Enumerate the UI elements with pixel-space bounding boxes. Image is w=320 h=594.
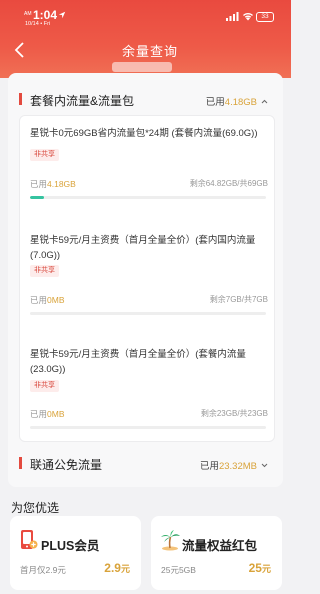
title-blur-overlay — [112, 62, 172, 72]
rec-card-price: 2.9元 — [104, 561, 130, 575]
package-list-card: 星锐卡0元69GB省内流量包*24期 (套餐内流量(69.0G)) 非共享 已用… — [19, 115, 275, 442]
plus-member-card[interactable]: PLUS会员 首月仅2.9元 2.9元 — [10, 516, 141, 590]
package-section-title: 套餐内流量&流量包 — [30, 94, 135, 108]
status-time: 1:04 — [33, 8, 58, 22]
used-amount: 0MB — [47, 295, 65, 305]
free-section-used: 已用23.32MB — [200, 458, 268, 472]
package-used-amount: 4.18GB — [224, 97, 257, 108]
section-marker — [19, 457, 22, 469]
page-title: 余量查询 — [121, 44, 178, 59]
package-item-remain: 剩余23GB/共23GB — [200, 409, 268, 418]
phone-plus-icon — [21, 530, 38, 549]
package-item-name: 星锐卡59元/月主资费（首月全量全价）(套内国内流量(7.0G)) — [30, 235, 256, 261]
recommend-title: 为您优选 — [11, 501, 60, 515]
free-used-amount: 23.32MB — [218, 461, 257, 472]
package-item: 星锐卡0元69GB省内流量包*24期 (套餐内流量(69.0G)) 非共享 已用… — [20, 116, 276, 211]
rec-card-name: PLUS会员 — [41, 539, 100, 553]
status-date: 10/14 • Fri — [25, 21, 51, 27]
package-item-name: 星锐卡0元69GB省内流量包*24期 (套餐内流量(69.0G)) — [30, 128, 258, 139]
signal-icon — [226, 12, 239, 21]
package-section-header[interactable]: 套餐内流量&流量包 已用4.18GB — [8, 89, 283, 111]
rec-card-sub: 25元5GB — [161, 565, 196, 575]
package-item-remain: 剩余64.82GB/共69GB — [189, 179, 268, 188]
progress-fill — [30, 196, 45, 199]
wifi-icon — [243, 13, 253, 21]
location-arrow-icon — [58, 11, 66, 19]
free-section-title: 联通公免流量 — [30, 458, 103, 472]
package-item-used: 已用0MB — [30, 408, 65, 420]
non-shared-tag: 非共享 — [30, 265, 59, 277]
price-unit: 元 — [120, 564, 130, 574]
status-ampm: AM — [24, 11, 32, 17]
used-label: 已用 — [30, 409, 48, 419]
rec-card-price: 25元 — [249, 561, 271, 575]
used-amount: 4.18GB — [47, 179, 76, 189]
progress-track — [30, 312, 266, 315]
rec-card-sub: 首月仅2.9元 — [20, 565, 66, 575]
non-shared-tag: 非共享 — [30, 380, 59, 392]
rec-card-name: 流量权益红包 — [182, 539, 258, 553]
non-shared-tag: 非共享 — [30, 149, 59, 161]
section-marker — [19, 93, 22, 105]
package-section-used: 已用4.18GB — [206, 94, 268, 108]
free-traffic-section-header[interactable]: 联通公免流量 已用23.32MB — [8, 453, 283, 475]
back-arrow-icon[interactable] — [11, 41, 29, 59]
palm-tree-icon — [161, 530, 180, 551]
used-label: 已用 — [30, 179, 48, 189]
progress-track — [30, 426, 266, 429]
used-amount: 0MB — [47, 409, 65, 419]
package-item: 星锐卡59元/月主资费（首月全量全价）(套内国内流量(7.0G)) 非共享 已用… — [20, 226, 276, 326]
battery-icon: 33 — [256, 12, 274, 22]
chevron-down-icon[interactable] — [261, 463, 268, 468]
package-used-label: 已用 — [205, 97, 225, 108]
chevron-up-icon[interactable] — [261, 99, 268, 104]
package-item: 星锐卡59元/月主资费（首月全量全价）(套餐内流量(23.0G)) 非共享 已用… — [20, 340, 276, 440]
progress-track — [30, 196, 266, 199]
used-label: 已用 — [30, 295, 48, 305]
price-value: 25 — [248, 561, 262, 575]
free-used-label: 已用 — [199, 461, 219, 472]
package-item-used: 已用0MB — [30, 294, 65, 306]
traffic-redpacket-card[interactable]: 流量权益红包 25元5GB 25元 — [151, 516, 282, 590]
package-item-used: 已用4.18GB — [30, 178, 76, 190]
package-item-name: 星锐卡59元/月主资费（首月全量全价）(套餐内流量(23.0G)) — [30, 349, 246, 375]
status-bar: AM 1:04 10/14 • Fri 33 — [0, 0, 291, 28]
app-header: AM 1:04 10/14 • Fri 33 余量查询 — [0, 0, 291, 78]
price-value: 2.9 — [104, 561, 121, 575]
package-item-remain: 剩余7GB/共7GB — [209, 295, 268, 304]
price-unit: 元 — [261, 564, 271, 574]
